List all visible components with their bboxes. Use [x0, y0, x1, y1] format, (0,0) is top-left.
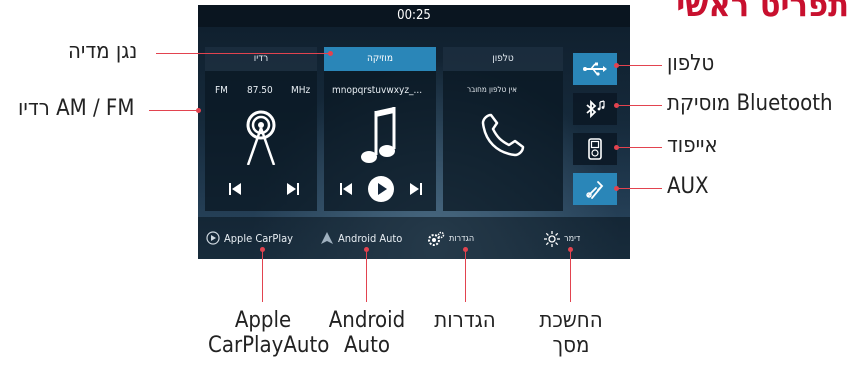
music-next-icon[interactable]	[408, 181, 424, 197]
carplay-label: Apple CarPlay	[224, 231, 293, 245]
bt-music-button[interactable]	[573, 93, 617, 125]
gear-icon	[428, 231, 445, 246]
phone-handset-icon	[481, 113, 525, 157]
dimmer-label: דימר	[564, 234, 581, 244]
phone-panel[interactable]: טלפון אין טלפון מחובר	[443, 47, 563, 211]
radio-panel[interactable]: רדיו FM 87.50 MHz	[205, 47, 317, 211]
usb-button[interactable]	[573, 53, 617, 85]
radio-next-icon[interactable]	[285, 181, 301, 197]
leader-android	[366, 250, 367, 302]
radio-frequency: 87.50	[247, 85, 273, 96]
leader-dot-aux	[614, 186, 619, 191]
radio-band: FM	[215, 85, 228, 96]
phone-tab[interactable]: טלפון	[443, 47, 563, 71]
phone-status: אין טלפון מחובר	[467, 85, 517, 94]
leader-radio	[149, 110, 200, 111]
music-prev-icon[interactable]	[338, 181, 354, 197]
music-track: mnopqrstuvwxyz_...	[332, 85, 423, 96]
radio-antenna-icon	[246, 110, 276, 165]
leader-dot-phone	[614, 63, 619, 68]
annotation-android: Android Auto	[328, 308, 406, 359]
clock: 00:25	[397, 8, 431, 23]
android-auto-button[interactable]: Android Auto	[320, 231, 402, 245]
ipod-icon	[588, 138, 602, 160]
leader-dot-dimmer	[568, 247, 573, 252]
leader-dot-settings	[463, 247, 468, 252]
annotation-settings: הגדרות	[434, 308, 496, 333]
usb-icon	[583, 62, 607, 76]
settings-label: הגדרות	[449, 234, 475, 244]
leader-dot-ipod	[614, 145, 619, 150]
music-panel[interactable]: מוזיקה mnopqrstuvwxyz_...	[324, 47, 436, 211]
leader-bt-music	[618, 105, 662, 106]
annotation-ipod: אייפוד	[667, 133, 718, 158]
carplay-icon	[206, 231, 220, 245]
music-play-icon[interactable]	[368, 176, 394, 202]
leader-ipod	[618, 147, 662, 148]
leader-settings	[465, 250, 466, 302]
android-auto-icon	[321, 232, 333, 244]
radio-unit: MHz	[291, 85, 311, 96]
leader-dot-media-player	[328, 51, 333, 56]
leader-aux	[618, 188, 662, 189]
annotation-dimmer: החשכת מסך	[539, 308, 603, 359]
radio-tab[interactable]: רדיו	[205, 47, 317, 71]
annotation-bt-music: מוסיקת Bluetooth	[667, 91, 833, 116]
brightness-icon	[544, 231, 560, 247]
leader-carplay	[262, 250, 263, 302]
music-tab[interactable]: מוזיקה	[324, 47, 436, 71]
leader-dot-bt-music	[614, 103, 619, 108]
aux-button[interactable]	[573, 173, 617, 205]
annotation-aux: AUX	[667, 174, 709, 199]
head-unit-screen: 00:25 רדיו FM 87.50 MHz מוזיקה mnopqrstu…	[198, 5, 630, 259]
annotation-media-player: נגן מדיה	[68, 39, 138, 64]
leader-phone	[618, 65, 662, 66]
annotation-carplay: Apple CarPlayAuto	[208, 308, 330, 359]
aux-icon	[586, 181, 604, 199]
settings-button[interactable]: הגדרות	[427, 231, 474, 247]
status-bar: 00:25	[198, 5, 630, 27]
page-heading: תפריט ראשי	[676, 0, 849, 25]
leader-dot-android	[364, 247, 369, 252]
leader-media-player	[156, 53, 332, 54]
bluetooth-music-icon	[586, 99, 605, 119]
android-auto-label: Android Auto	[338, 231, 403, 245]
dimmer-button[interactable]: דימר	[544, 231, 580, 247]
annotation-radio: רדיו AM / FM	[18, 96, 135, 121]
music-note-icon	[361, 107, 396, 163]
radio-prev-icon[interactable]	[227, 181, 243, 197]
carplay-button[interactable]: Apple CarPlay	[206, 231, 293, 245]
leader-dot-radio	[196, 108, 201, 113]
leader-dot-carplay	[260, 247, 265, 252]
ipod-button[interactable]	[573, 133, 617, 165]
leader-dimmer	[570, 250, 571, 302]
annotation-phone: טלפון	[667, 51, 715, 76]
